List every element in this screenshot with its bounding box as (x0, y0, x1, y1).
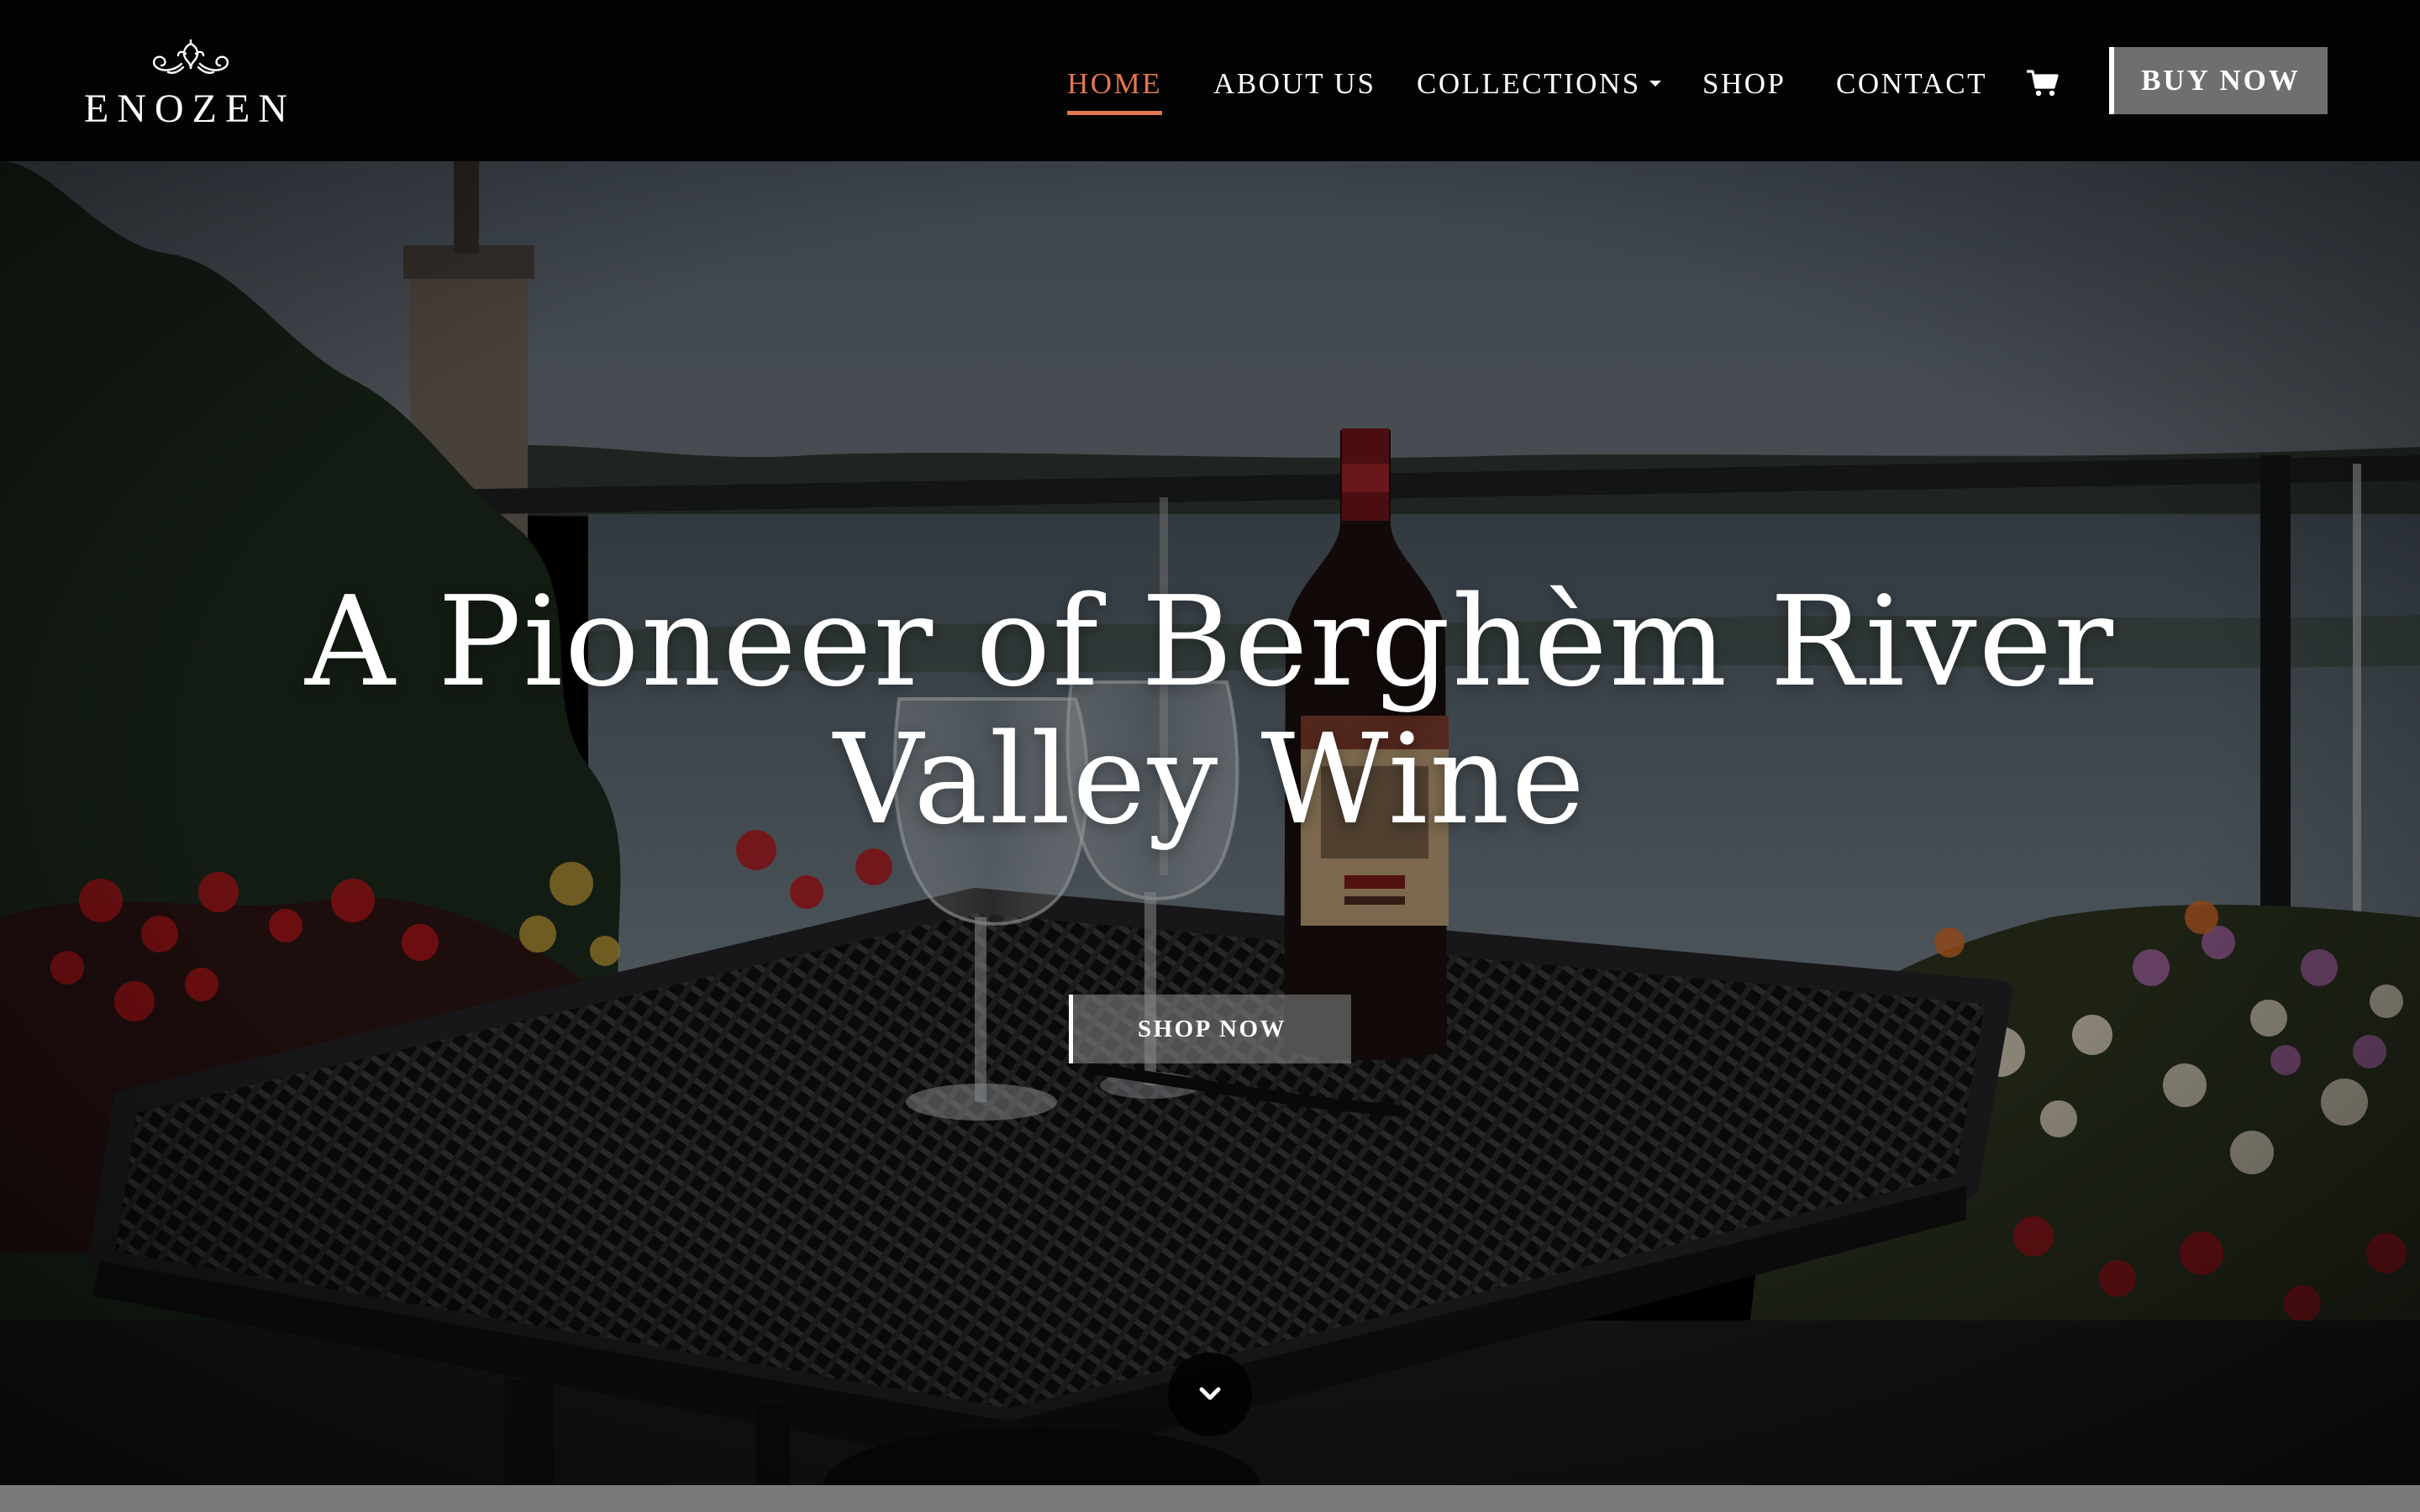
nav-item-label: ABOUT US (1213, 67, 1376, 100)
chevron-down-icon (1199, 1387, 1221, 1400)
nav-item-label: SHOP (1702, 67, 1786, 100)
nav-item-home[interactable]: HOME (1067, 60, 1163, 115)
site-header: ENOZEN HOME ABOUT US COLLECTIONS SHOP CO… (0, 0, 2420, 161)
buy-now-button[interactable]: BUY NOW (2109, 47, 2328, 114)
nav-item-label: COLLECTIONS (1417, 67, 1641, 100)
active-nav-underline (1067, 111, 1163, 115)
nav-item-contact[interactable]: CONTACT (1836, 60, 1987, 108)
nav-item-shop[interactable]: SHOP (1702, 60, 1786, 108)
hero-title: A Pioneer of Berghèm River Valley Wine (252, 573, 2168, 848)
nav-item-collections[interactable]: COLLECTIONS (1417, 60, 1661, 108)
hero-title-line-2: Valley Wine (833, 707, 1587, 852)
shop-now-button[interactable]: SHOP NOW (1069, 995, 1351, 1063)
nav-item-label: CONTACT (1836, 67, 1987, 100)
shopping-cart-icon[interactable] (2027, 69, 2059, 97)
chevron-down-icon (1649, 81, 1661, 87)
hero-section: A Pioneer of Berghèm River Valley Wine S… (0, 161, 2420, 1485)
hero-title-line-1: A Pioneer of Berghèm River (305, 570, 2115, 714)
section-divider (0, 1485, 2420, 1512)
page: ENOZEN HOME ABOUT US COLLECTIONS SHOP CO… (0, 0, 2420, 1512)
nav-item-label: HOME (1067, 67, 1163, 100)
scroll-down-button[interactable] (1168, 1352, 1252, 1436)
nav-item-about-us[interactable]: ABOUT US (1213, 60, 1376, 108)
